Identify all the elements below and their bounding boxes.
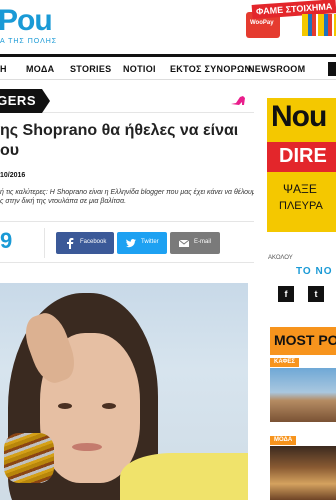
email-share-button[interactable]: E-mail [170,232,220,254]
nav-item-1[interactable]: Η [0,64,7,74]
facebook-follow-icon[interactable]: f [278,286,294,302]
ad-red-band: DIRE [267,142,336,172]
photo-lips [72,443,102,451]
share-bar: 9 Facebook Twitter E-mail [0,221,254,263]
nav-item-notioi[interactable]: ΝΟΤΙΟΙ [123,64,156,74]
article-title-cont: ου [0,142,20,159]
nav-item-ektos-synoron[interactable]: ΕΚΤΟΣ ΣΥΝΟΡΩΝ [170,64,251,74]
section-bar: GGERS [0,89,254,113]
nav-item-stories[interactable]: STORIES [70,64,111,74]
popular-card-tag: ΜΟΔΑ [270,436,297,445]
twitter-share-label: Twitter [141,239,159,245]
facebook-icon [67,238,74,249]
envelope-icon [178,239,190,247]
most-popular-header: MOST POP [270,327,336,355]
photo-shirt [120,453,248,500]
article-lead-cont: ς στην δική της ντουλάπα σε μια βαλίτσα. [0,198,127,205]
ad-headline: Nou [271,100,327,133]
ad-text-2: ΠΛΕΥΡΑ [279,200,323,212]
share-divider [44,228,45,258]
section-tag-arrow [42,89,50,113]
follow-label: ΑΚΟΛΟΥ [268,255,293,261]
promo-card-label: WooPay [250,20,274,26]
article-lead: ή τις καλύτερες: Η Shoprano είναι η Ελλη… [0,189,254,196]
photo-eye-left [58,403,72,409]
section-tag-label: GGERS [0,93,36,108]
popular-card-tag: ΚΑΦΕΣ [270,358,300,367]
photo-eye-right [102,403,116,409]
popular-card[interactable]: ΚΑΦΕΣ [270,358,336,422]
follow-title: ΤΟ ΝΟ [296,266,333,277]
popular-card[interactable]: ΜΟΔΑ [270,436,336,500]
section-tag[interactable]: GGERS [0,89,42,113]
promo-banner[interactable]: WooPay ΦΑΜΕ ΣΤΟΙΧΗΜΑ [246,0,336,40]
twitter-share-button[interactable]: Twitter [117,232,167,254]
popular-card-image [270,368,336,422]
facebook-share-button[interactable]: Facebook [56,232,114,254]
sidebar-ad[interactable]: Nou DIRE ΨΑΞΕ ΠΛΕΥΡΑ [267,98,336,232]
nav-overflow-block[interactable] [328,62,336,76]
nav-item-moda[interactable]: ΜΟΔΑ [26,64,54,74]
twitter-icon [125,239,136,248]
article-photo [0,283,248,500]
ad-text-1: ΨΑΞΕ [283,182,317,196]
high-heel-icon [231,96,245,105]
article-title: ης Shoprano θα ήθελες να είναι [0,122,239,139]
twitter-follow-icon[interactable]: t [308,286,324,302]
popular-card-image [270,446,336,500]
article-date: 10/2016 [0,172,26,179]
photo-bracelets [4,433,54,483]
logo-tagline: Α ΤΗΣ ΠΟΛΗΣ [0,38,58,45]
promo-stripe [302,14,336,36]
site-logo[interactable]: Pou Α ΤΗΣ ΠΟΛΗΣ [0,4,70,48]
facebook-share-label: Facebook [80,239,107,245]
email-share-label: E-mail [194,239,212,245]
nav-item-newsroom[interactable]: NEWSROOM [248,64,305,74]
main-nav: Η ΜΟΔΑ STORIES ΝΟΤΙΟΙ ΕΚΤΟΣ ΣΥΝΟΡΩΝ NEWS… [0,54,336,80]
logo-text: Pou [0,4,53,37]
share-count: 9 [0,228,13,253]
